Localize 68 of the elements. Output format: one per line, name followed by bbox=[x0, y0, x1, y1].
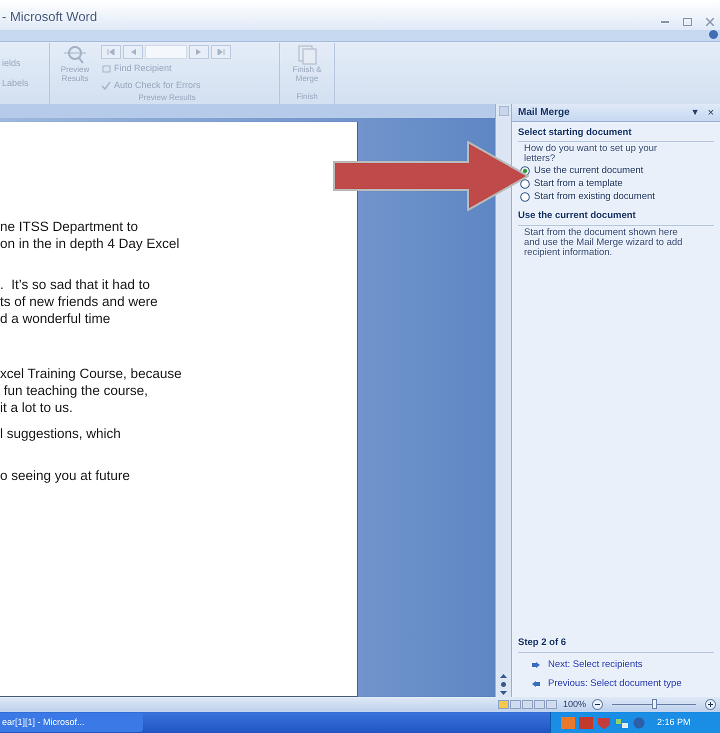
group-label: Finish bbox=[295, 91, 319, 103]
close-icon[interactable] bbox=[706, 18, 714, 26]
tray-app-icon[interactable] bbox=[561, 716, 575, 728]
description-text: Start from the document shown here and use the Mail Merge wizard to add recipient information. bbox=[523, 226, 683, 258]
document-text: on in the in depth 4 Day Excel bbox=[0, 235, 180, 252]
last-icon bbox=[217, 49, 225, 55]
document-text: l suggestions, which bbox=[0, 425, 121, 442]
question-text: How do you want to set up your letters? bbox=[523, 142, 658, 164]
document-text: d a wonderful time bbox=[0, 310, 110, 327]
up-arrow-icon bbox=[500, 674, 507, 678]
section-heading: Use the current document bbox=[518, 209, 714, 226]
shield-icon[interactable] bbox=[597, 716, 611, 728]
previous-icon bbox=[130, 49, 136, 55]
tray-app-icon[interactable] bbox=[633, 716, 645, 728]
arrow-icon bbox=[532, 680, 540, 687]
zoom-out-icon[interactable] bbox=[592, 699, 603, 710]
view-icon[interactable] bbox=[534, 700, 545, 709]
arrow-icon bbox=[532, 662, 540, 668]
check-icon bbox=[101, 80, 111, 90]
ruler-icon bbox=[498, 106, 508, 116]
radio-option[interactable]: Start from a template bbox=[518, 177, 623, 190]
document-text: xcel Training Course, because bbox=[0, 365, 182, 382]
network-icon[interactable] bbox=[615, 716, 629, 728]
down-arrow-icon bbox=[500, 691, 507, 695]
find-icon bbox=[101, 64, 111, 73]
tray-app-icon[interactable] bbox=[579, 716, 593, 728]
radio-option[interactable]: Start from existing document bbox=[518, 190, 655, 204]
section-heading: Select starting document bbox=[518, 126, 714, 142]
zoom-slider[interactable] bbox=[609, 699, 699, 710]
record-field[interactable] bbox=[145, 45, 187, 59]
wizard-link[interactable]: Previous: Select document type bbox=[518, 672, 682, 691]
minimize-icon[interactable] bbox=[661, 20, 669, 24]
view-icon[interactable] bbox=[522, 700, 533, 709]
document-text: ts of new friends and were bbox=[0, 293, 158, 310]
help-icon[interactable] bbox=[709, 30, 718, 39]
last-record-button[interactable] bbox=[211, 45, 231, 59]
next-record-button[interactable] bbox=[189, 45, 209, 59]
wizard-link[interactable]: Next: Select recipients bbox=[518, 652, 643, 672]
pane-menu-button[interactable]: ▼ bbox=[690, 106, 700, 120]
view-icon[interactable] bbox=[498, 700, 509, 709]
next-icon bbox=[196, 49, 202, 55]
step-label: Step 2 of 6 bbox=[518, 636, 714, 652]
magnifier-icon bbox=[62, 45, 88, 65]
restore-icon[interactable] bbox=[683, 18, 692, 26]
clock: 2:16 PM bbox=[657, 716, 691, 729]
view-icon[interactable] bbox=[510, 700, 521, 709]
vertical-scrollbar[interactable] bbox=[495, 104, 512, 697]
document-text: ne ITSS Department to bbox=[0, 218, 138, 235]
slider-thumb[interactable] bbox=[652, 699, 657, 709]
document-text: o seeing you at future bbox=[0, 467, 130, 484]
view-icon[interactable] bbox=[546, 700, 557, 709]
first-icon bbox=[107, 49, 115, 55]
window-title: - Microsoft Word bbox=[1, 8, 98, 26]
dot-icon bbox=[501, 682, 506, 687]
document-text: fun teaching the course, bbox=[2, 382, 148, 399]
previous-record-button[interactable] bbox=[123, 45, 143, 59]
zoom-level[interactable]: 100% bbox=[562, 698, 586, 712]
pane-title: Mail Merge bbox=[518, 106, 570, 120]
radio-button[interactable] bbox=[520, 192, 530, 202]
document-text: it a lot to us. bbox=[0, 399, 73, 416]
first-record-button[interactable] bbox=[101, 45, 121, 59]
taskbar-button[interactable]: ear[1][1] - Microsof... bbox=[0, 713, 143, 732]
zoom-in-icon[interactable] bbox=[705, 699, 716, 710]
pane-close-button[interactable]: × bbox=[708, 106, 714, 120]
document-text: . It’s so sad that it had to bbox=[0, 276, 150, 293]
documents-icon bbox=[296, 45, 318, 65]
radio-button[interactable] bbox=[520, 178, 530, 189]
group-label: Preview Results bbox=[137, 92, 197, 104]
